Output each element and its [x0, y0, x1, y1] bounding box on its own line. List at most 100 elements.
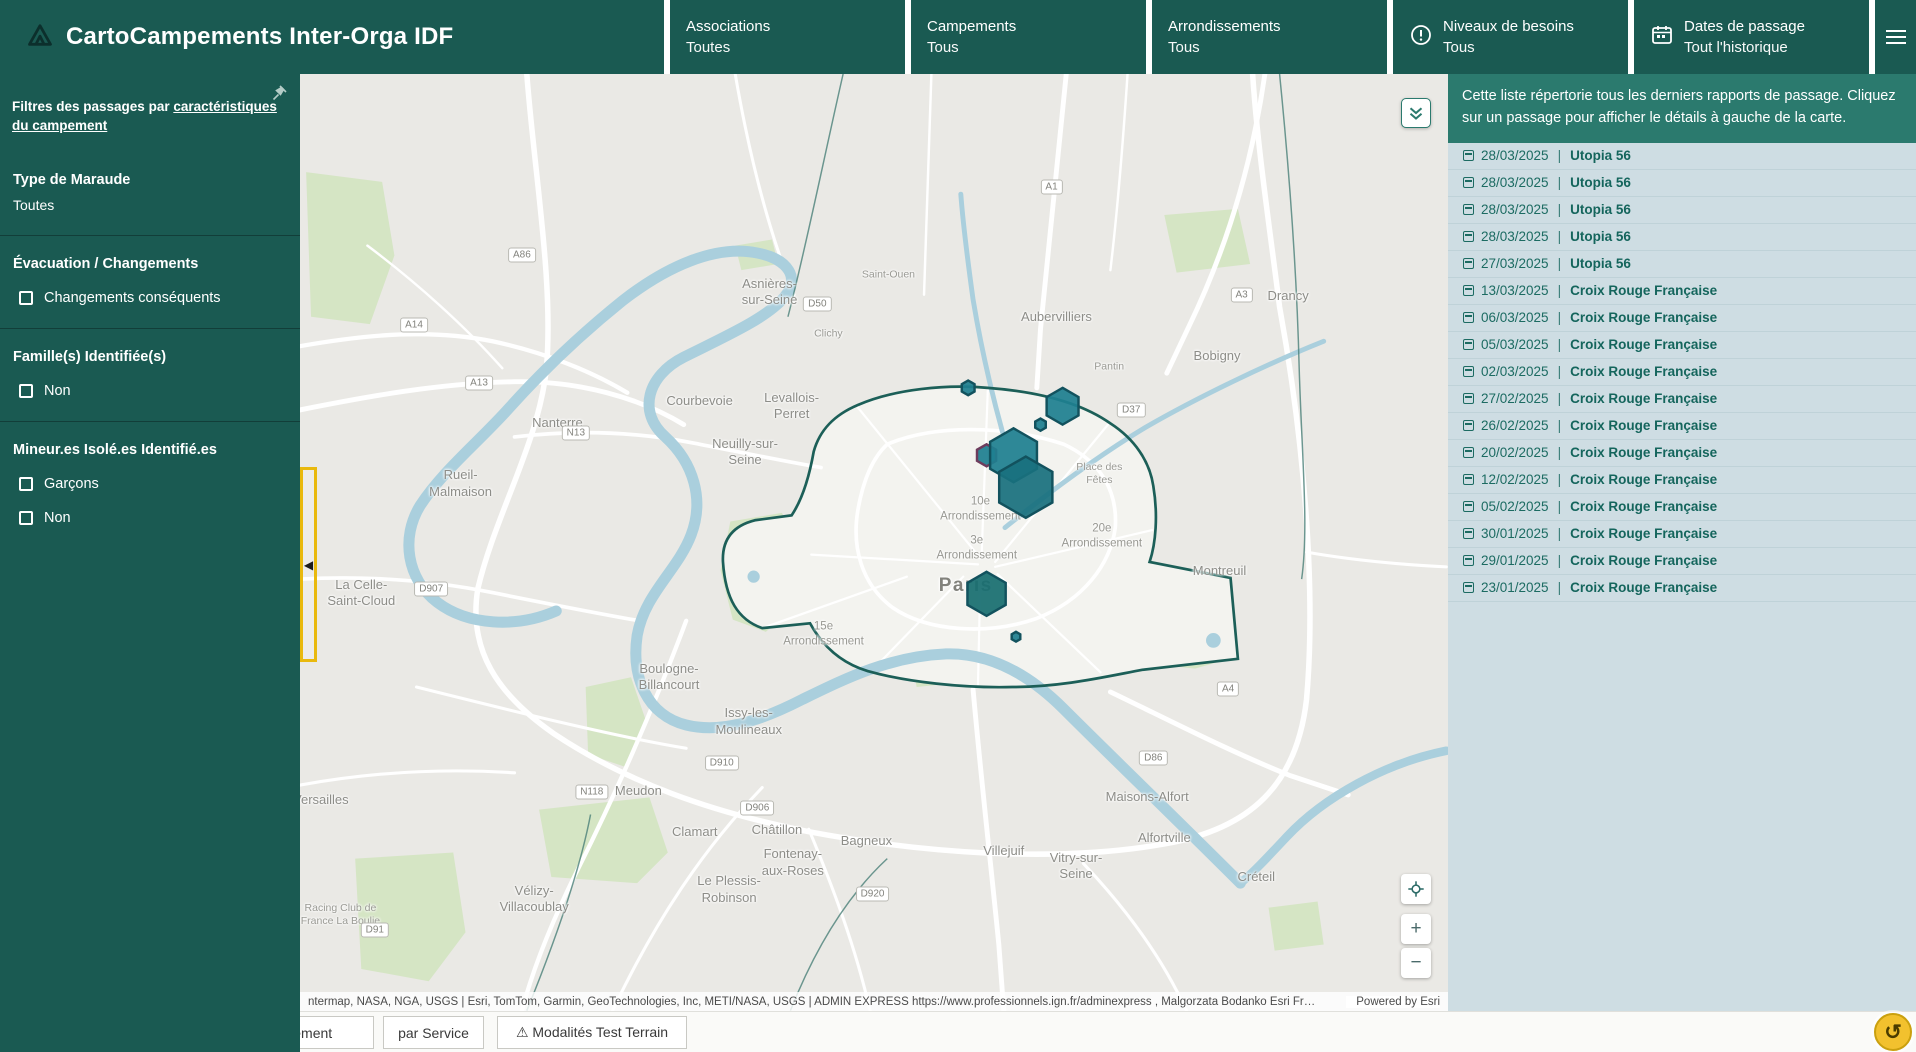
filter-dates-passage[interactable]: Dates de passage Tout l'historique	[1634, 0, 1869, 74]
pin-icon[interactable]	[270, 84, 288, 107]
report-item[interactable]: 12/02/2025 | Croix Rouge Française	[1448, 467, 1916, 494]
report-item[interactable]: 20/02/2025|Croix Rouge Française	[1448, 440, 1916, 467]
filter-value: Toutes	[686, 39, 770, 56]
report-separator: |	[1558, 580, 1562, 595]
report-date: 28/03/2025	[1481, 202, 1549, 217]
report-item[interactable]: 28/03/2025|Utopia 56	[1448, 143, 1916, 170]
report-item[interactable]: 28/03/2025|Utopia 56	[1448, 224, 1916, 251]
report-item[interactable]: 02/03/2025|Croix Rouge Française	[1448, 359, 1916, 386]
sidebar-title-prefix: Filtres des passages par	[12, 99, 173, 114]
calendar-icon	[1463, 420, 1474, 431]
report-separator: |	[1558, 418, 1562, 433]
cluster-markers-layer	[300, 74, 1448, 1011]
calendar-icon	[1463, 204, 1474, 215]
cluster-marker[interactable]	[1047, 388, 1079, 425]
report-item[interactable]: 05/02/2025|Croix Rouge Française	[1448, 494, 1916, 521]
calendar-icon	[1463, 474, 1474, 485]
report-separator: |	[1558, 472, 1562, 487]
report-date: 06/03/2025	[1481, 310, 1549, 325]
tab-modalites-test-terrain[interactable]: ⚠ Modalités Test Terrain	[497, 1016, 687, 1049]
zoom-out-button[interactable]: −	[1401, 948, 1431, 978]
report-organization: Croix Rouge Française	[1570, 310, 1717, 325]
checkbox-box	[19, 384, 33, 398]
report-organization: Croix Rouge Française	[1570, 283, 1717, 298]
section-mineurs: Mineur.es Isolé.es Identifié.es Garçons …	[0, 422, 300, 548]
cluster-marker[interactable]	[1035, 419, 1046, 431]
calendar-icon	[1463, 393, 1474, 404]
checkbox-garcons[interactable]: Garçons	[13, 476, 286, 492]
cluster-marker[interactable]	[967, 572, 1005, 616]
checkbox-famille-non[interactable]: Non	[13, 383, 286, 399]
section-type-maraude: Type de Maraude Toutes	[0, 152, 300, 236]
checkbox-changements-consequents[interactable]: Changements conséquents	[13, 290, 286, 306]
report-organization: Utopia 56	[1570, 202, 1631, 217]
report-date: 29/01/2025	[1481, 553, 1549, 568]
app-logo-block: CartoCampements Inter-Orga IDF	[0, 0, 664, 74]
zoom-in-button[interactable]: +	[1401, 914, 1431, 944]
report-organization: Croix Rouge Française	[1570, 499, 1717, 514]
locate-button[interactable]	[1401, 874, 1431, 904]
famille-title: Famille(s) Identifiée(s)	[13, 349, 286, 365]
collapse-panel-button[interactable]	[1401, 98, 1431, 128]
report-separator: |	[1558, 175, 1562, 190]
report-item[interactable]: 23/01/2025|Croix Rouge Française	[1448, 575, 1916, 602]
filter-label: Arrondissements	[1168, 18, 1281, 35]
report-separator: |	[1558, 445, 1562, 460]
calendar-icon	[1463, 582, 1474, 593]
checkbox-box	[19, 291, 33, 305]
filter-campements[interactable]: Campements Tous	[911, 0, 1146, 74]
filter-value: Tout l'historique	[1684, 39, 1805, 56]
checkbox-box	[19, 511, 33, 525]
report-date: 12/02/2025	[1481, 472, 1549, 487]
locate-icon	[1406, 879, 1426, 899]
map[interactable]: Asnières- sur-SeineSaint-OuenAubervillie…	[300, 74, 1448, 1011]
report-item[interactable]: 26/02/2025 | Croix Rouge Française	[1448, 413, 1916, 440]
section-evacuation: Évacuation / Changements Changements con…	[0, 236, 300, 329]
filter-value: Tous	[1168, 39, 1281, 56]
filter-associations[interactable]: Associations Toutes	[670, 0, 905, 74]
maraude-value[interactable]: Toutes	[13, 197, 286, 213]
report-item[interactable]: 28/03/2025|Utopia 56	[1448, 197, 1916, 224]
report-organization: Utopia 56	[1570, 175, 1631, 190]
report-item[interactable]: 27/02/2025|Croix Rouge Française	[1448, 386, 1916, 413]
calendar-icon	[1463, 258, 1474, 269]
filter-value: Tous	[1443, 39, 1574, 56]
report-item[interactable]: 29/01/2025|Croix Rouge Française	[1448, 548, 1916, 575]
sidebar-collapse-handle[interactable]: ◀	[300, 467, 317, 662]
calendar-icon	[1463, 339, 1474, 350]
calendar-icon	[1463, 447, 1474, 458]
report-item[interactable]: 28/03/2025|Utopia 56	[1448, 170, 1916, 197]
report-date: 27/02/2025	[1481, 391, 1549, 406]
report-date: 26/02/2025	[1481, 418, 1549, 433]
checkbox-label: Garçons	[44, 476, 99, 492]
report-organization: Croix Rouge Française	[1570, 445, 1717, 460]
checkbox-mineurs-non[interactable]: Non	[13, 510, 286, 526]
cluster-marker[interactable]	[962, 381, 975, 396]
menu-button[interactable]	[1875, 0, 1916, 74]
report-item[interactable]: 13/03/2025|Croix Rouge Française	[1448, 278, 1916, 305]
report-item[interactable]: 30/01/2025|Croix Rouge Française	[1448, 521, 1916, 548]
filter-label: Associations	[686, 18, 770, 35]
report-item[interactable]: 06/03/2025|Croix Rouge Française	[1448, 305, 1916, 332]
filter-arrondissements[interactable]: Arrondissements Tous	[1152, 0, 1387, 74]
refresh-button[interactable]: ↺	[1874, 1013, 1912, 1051]
report-organization: Croix Rouge Française	[1570, 337, 1717, 352]
collapse-left-icon: ◀	[304, 559, 313, 571]
report-date: 05/03/2025	[1481, 337, 1549, 352]
report-item[interactable]: 05/03/2025|Croix Rouge Française	[1448, 332, 1916, 359]
calendar-icon	[1463, 150, 1474, 161]
report-separator: |	[1558, 553, 1562, 568]
report-organization: Croix Rouge Française	[1570, 418, 1717, 433]
map-attribution: ntermap, NASA, NGA, USGS | Esri, TomTom,…	[300, 992, 1448, 1011]
report-date: 02/03/2025	[1481, 364, 1549, 379]
report-organization: Croix Rouge Française	[1570, 472, 1717, 487]
filter-niveaux-besoins[interactable]: Niveaux de besoins Tous	[1393, 0, 1628, 74]
tab-par-service[interactable]: par Service	[383, 1016, 484, 1049]
panel-intro: Cette liste répertorie tous les derniers…	[1448, 74, 1916, 143]
report-date: 28/03/2025	[1481, 148, 1549, 163]
report-separator: |	[1558, 526, 1562, 541]
double-chevron-down-icon	[1405, 102, 1427, 124]
cluster-marker[interactable]	[1012, 632, 1021, 642]
report-item[interactable]: 27/03/2025|Utopia 56	[1448, 251, 1916, 278]
report-date: 30/01/2025	[1481, 526, 1549, 541]
